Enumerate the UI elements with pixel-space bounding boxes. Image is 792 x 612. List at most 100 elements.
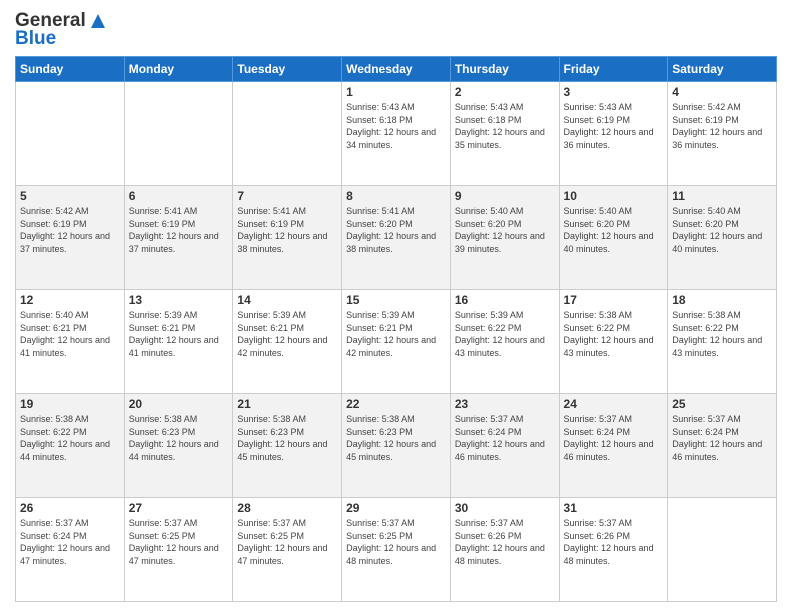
calendar-cell: 16 Sunrise: 5:39 AMSunset: 6:22 PMDayligh…	[450, 290, 559, 394]
day-number: 26	[20, 501, 120, 515]
day-number: 19	[20, 397, 120, 411]
day-info: Sunrise: 5:37 AMSunset: 6:24 PMDaylight:…	[564, 413, 664, 463]
day-info: Sunrise: 5:43 AMSunset: 6:18 PMDaylight:…	[346, 101, 446, 151]
day-number: 21	[237, 397, 337, 411]
calendar-cell: 2 Sunrise: 5:43 AMSunset: 6:18 PMDaylight…	[450, 82, 559, 186]
day-info: Sunrise: 5:41 AMSunset: 6:19 PMDaylight:…	[237, 205, 337, 255]
calendar-cell: 5 Sunrise: 5:42 AMSunset: 6:19 PMDaylight…	[16, 186, 125, 290]
day-info: Sunrise: 5:40 AMSunset: 6:21 PMDaylight:…	[20, 309, 120, 359]
calendar-week-row: 26Sunrise: 5:37 AMSunset: 6:24 PMDayligh…	[16, 498, 777, 602]
day-number: 25	[672, 397, 772, 411]
day-number: 20	[129, 397, 229, 411]
calendar-header: SundayMondayTuesdayWednesdayThursdayFrid…	[16, 57, 777, 82]
calendar-cell: 31Sunrise: 5:37 AMSunset: 6:26 PMDayligh…	[559, 498, 668, 602]
day-info: Sunrise: 5:37 AMSunset: 6:25 PMDaylight:…	[346, 517, 446, 567]
calendar-week-row: 19 Sunrise: 5:38 AMSunset: 6:22 PMDayligh…	[16, 394, 777, 498]
header: General Blue	[15, 10, 777, 50]
day-info: Sunrise: 5:43 AMSunset: 6:19 PMDaylight:…	[564, 101, 664, 151]
calendar-cell: 11 Sunrise: 5:40 AMSunset: 6:20 PMDayligh…	[668, 186, 777, 290]
day-number: 23	[455, 397, 555, 411]
calendar-cell: 21 Sunrise: 5:38 AMSunset: 6:23 PMDayligh…	[233, 394, 342, 498]
day-info: Sunrise: 5:38 AMSunset: 6:22 PMDaylight:…	[672, 309, 772, 359]
day-number: 5	[20, 189, 120, 203]
day-number: 6	[129, 189, 229, 203]
calendar-cell: 26Sunrise: 5:37 AMSunset: 6:24 PMDayligh…	[16, 498, 125, 602]
day-info: Sunrise: 5:40 AMSunset: 6:20 PMDaylight:…	[564, 205, 664, 255]
calendar-cell: 29 Sunrise: 5:37 AMSunset: 6:25 PMDayligh…	[342, 498, 451, 602]
calendar-cell: 17 Sunrise: 5:38 AMSunset: 6:22 PMDayligh…	[559, 290, 668, 394]
day-number: 28	[237, 501, 337, 515]
day-info: Sunrise: 5:40 AMSunset: 6:20 PMDaylight:…	[672, 205, 772, 255]
calendar-cell	[233, 82, 342, 186]
weekday-header: Saturday	[668, 57, 777, 82]
day-number: 2	[455, 85, 555, 99]
weekday-header: Tuesday	[233, 57, 342, 82]
weekday-header: Friday	[559, 57, 668, 82]
logo-icon	[87, 10, 109, 32]
weekday-header: Monday	[124, 57, 233, 82]
calendar-cell: 3 Sunrise: 5:43 AMSunset: 6:19 PMDaylight…	[559, 82, 668, 186]
day-info: Sunrise: 5:40 AMSunset: 6:20 PMDaylight:…	[455, 205, 555, 255]
calendar-cell: 10 Sunrise: 5:40 AMSunset: 6:20 PMDayligh…	[559, 186, 668, 290]
calendar-table: SundayMondayTuesdayWednesdayThursdayFrid…	[15, 56, 777, 602]
day-info: Sunrise: 5:39 AMSunset: 6:21 PMDaylight:…	[237, 309, 337, 359]
day-info: Sunrise: 5:37 AMSunset: 6:24 PMDaylight:…	[672, 413, 772, 463]
day-info: Sunrise: 5:38 AMSunset: 6:22 PMDaylight:…	[564, 309, 664, 359]
weekday-header: Wednesday	[342, 57, 451, 82]
calendar-cell: 25 Sunrise: 5:37 AMSunset: 6:24 PMDayligh…	[668, 394, 777, 498]
day-info: Sunrise: 5:41 AMSunset: 6:19 PMDaylight:…	[129, 205, 229, 255]
day-number: 30	[455, 501, 555, 515]
day-number: 14	[237, 293, 337, 307]
calendar-cell: 24 Sunrise: 5:37 AMSunset: 6:24 PMDayligh…	[559, 394, 668, 498]
logo: General Blue	[15, 10, 110, 50]
calendar-cell: 18 Sunrise: 5:38 AMSunset: 6:22 PMDayligh…	[668, 290, 777, 394]
day-info: Sunrise: 5:43 AMSunset: 6:18 PMDaylight:…	[455, 101, 555, 151]
day-number: 27	[129, 501, 229, 515]
day-info: Sunrise: 5:38 AMSunset: 6:23 PMDaylight:…	[129, 413, 229, 463]
day-info: Sunrise: 5:38 AMSunset: 6:22 PMDaylight:…	[20, 413, 120, 463]
day-info: Sunrise: 5:37 AMSunset: 6:26 PMDaylight:…	[564, 517, 664, 567]
calendar-cell: 15 Sunrise: 5:39 AMSunset: 6:21 PMDayligh…	[342, 290, 451, 394]
calendar-cell: 8 Sunrise: 5:41 AMSunset: 6:20 PMDaylight…	[342, 186, 451, 290]
day-number: 7	[237, 189, 337, 203]
day-info: Sunrise: 5:38 AMSunset: 6:23 PMDaylight:…	[346, 413, 446, 463]
day-info: Sunrise: 5:39 AMSunset: 6:21 PMDaylight:…	[129, 309, 229, 359]
calendar-cell: 9 Sunrise: 5:40 AMSunset: 6:20 PMDaylight…	[450, 186, 559, 290]
day-number: 17	[564, 293, 664, 307]
day-info: Sunrise: 5:37 AMSunset: 6:25 PMDaylight:…	[129, 517, 229, 567]
day-number: 9	[455, 189, 555, 203]
day-number: 15	[346, 293, 446, 307]
day-info: Sunrise: 5:41 AMSunset: 6:20 PMDaylight:…	[346, 205, 446, 255]
calendar-cell: 12 Sunrise: 5:40 AMSunset: 6:21 PMDayligh…	[16, 290, 125, 394]
day-number: 10	[564, 189, 664, 203]
day-number: 8	[346, 189, 446, 203]
day-number: 12	[20, 293, 120, 307]
calendar-body: 1Sunrise: 5:43 AMSunset: 6:18 PMDaylight…	[16, 82, 777, 602]
calendar-week-row: 1Sunrise: 5:43 AMSunset: 6:18 PMDaylight…	[16, 82, 777, 186]
calendar-cell: 23Sunrise: 5:37 AMSunset: 6:24 PMDayligh…	[450, 394, 559, 498]
calendar-cell: 1Sunrise: 5:43 AMSunset: 6:18 PMDaylight…	[342, 82, 451, 186]
calendar-cell	[668, 498, 777, 602]
calendar-cell: 7 Sunrise: 5:41 AMSunset: 6:19 PMDaylight…	[233, 186, 342, 290]
day-number: 13	[129, 293, 229, 307]
day-number: 16	[455, 293, 555, 307]
day-info: Sunrise: 5:39 AMSunset: 6:21 PMDaylight:…	[346, 309, 446, 359]
calendar-cell: 22 Sunrise: 5:38 AMSunset: 6:23 PMDayligh…	[342, 394, 451, 498]
day-number: 22	[346, 397, 446, 411]
calendar-week-row: 5 Sunrise: 5:42 AMSunset: 6:19 PMDaylight…	[16, 186, 777, 290]
calendar-cell: 14 Sunrise: 5:39 AMSunset: 6:21 PMDayligh…	[233, 290, 342, 394]
calendar-cell: 28Sunrise: 5:37 AMSunset: 6:25 PMDayligh…	[233, 498, 342, 602]
calendar-week-row: 12 Sunrise: 5:40 AMSunset: 6:21 PMDayligh…	[16, 290, 777, 394]
day-number: 11	[672, 189, 772, 203]
day-info: Sunrise: 5:39 AMSunset: 6:22 PMDaylight:…	[455, 309, 555, 359]
day-info: Sunrise: 5:38 AMSunset: 6:23 PMDaylight:…	[237, 413, 337, 463]
calendar-cell: 20 Sunrise: 5:38 AMSunset: 6:23 PMDayligh…	[124, 394, 233, 498]
day-info: Sunrise: 5:42 AMSunset: 6:19 PMDaylight:…	[20, 205, 120, 255]
day-number: 24	[564, 397, 664, 411]
calendar-cell: 30Sunrise: 5:37 AMSunset: 6:26 PMDayligh…	[450, 498, 559, 602]
calendar-cell: 27 Sunrise: 5:37 AMSunset: 6:25 PMDayligh…	[124, 498, 233, 602]
page: General Blue SundayMondayTuesdayWednesda…	[0, 0, 792, 612]
day-number: 3	[564, 85, 664, 99]
day-number: 18	[672, 293, 772, 307]
day-number: 29	[346, 501, 446, 515]
